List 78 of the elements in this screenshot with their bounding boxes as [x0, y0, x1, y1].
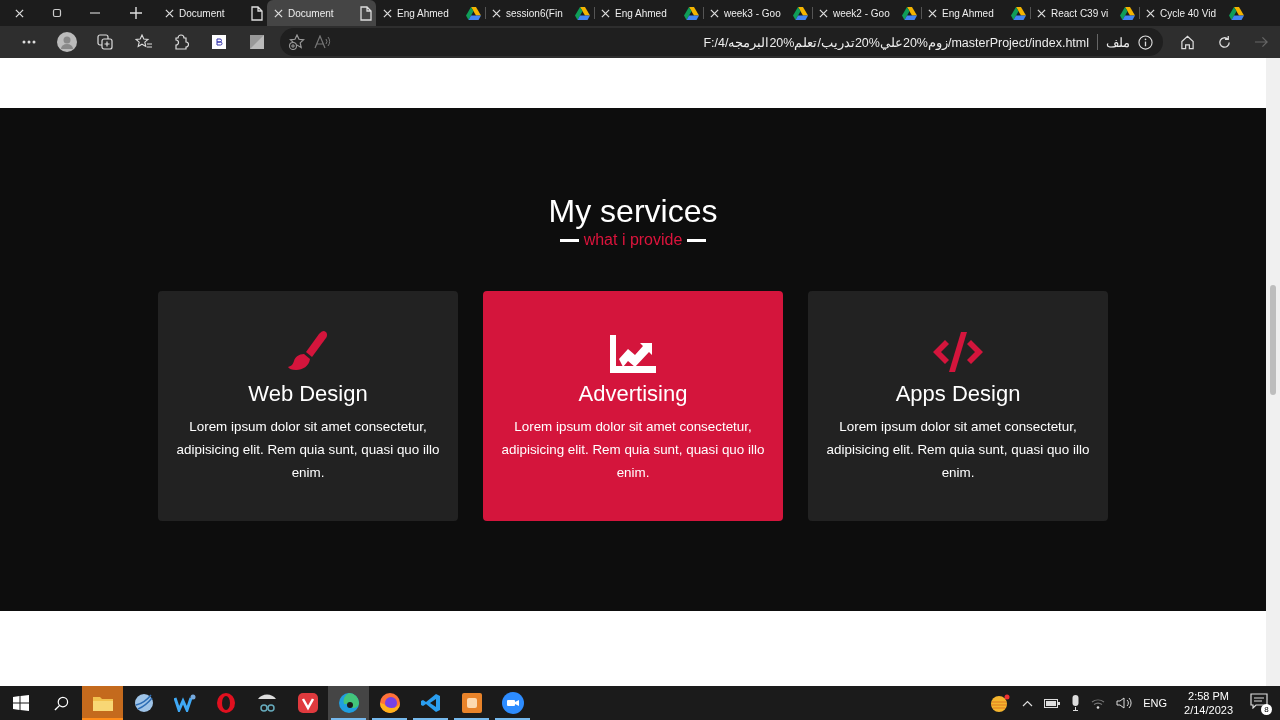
microphone-icon[interactable] — [1071, 695, 1081, 711]
new-tab-icon[interactable] — [130, 7, 142, 19]
close-icon[interactable] — [492, 8, 501, 18]
line-chart-icon — [610, 335, 656, 373]
collections-icon[interactable] — [97, 34, 113, 50]
browser-tab[interactable]: React C39 vi — [1030, 0, 1139, 26]
section-heading: My services — [548, 192, 718, 230]
browser-tab[interactable]: Document — [158, 0, 267, 26]
close-icon[interactable] — [1037, 8, 1046, 18]
add-favorite-icon[interactable] — [288, 34, 306, 50]
wifi-icon[interactable] — [1091, 697, 1106, 709]
close-icon[interactable] — [165, 8, 174, 18]
clock[interactable]: 2:58 PM 2/14/2023 — [1184, 689, 1233, 717]
drive-icon — [1011, 6, 1026, 20]
site-info-label[interactable]: ملف — [1106, 34, 1130, 50]
close-icon[interactable] — [710, 8, 719, 18]
close-icon[interactable] — [274, 8, 283, 18]
more-icon[interactable] — [22, 40, 36, 44]
browser-tab[interactable]: Eng Ahmed — [376, 0, 485, 26]
opera-logo-icon — [215, 693, 236, 713]
globe-icon — [133, 693, 154, 713]
chevron-up-icon[interactable] — [1022, 699, 1034, 707]
card-title: Advertising — [578, 381, 688, 407]
battery-icon[interactable] — [1044, 698, 1061, 708]
extension-b-icon[interactable] — [212, 35, 226, 49]
extension-icon[interactable] — [173, 34, 189, 50]
refresh-icon[interactable] — [1217, 34, 1232, 50]
drive-icon — [793, 6, 808, 20]
firefox-logo-icon — [378, 692, 401, 714]
vivaldi-logo-icon — [297, 693, 318, 713]
drive-icon — [684, 6, 699, 20]
code-editor-icon — [420, 693, 441, 713]
document-icon — [360, 5, 372, 21]
browser-tab[interactable]: session6(Fin — [485, 0, 594, 26]
close-icon[interactable] — [1146, 8, 1155, 18]
drive-icon — [902, 6, 917, 20]
profile-avatar-icon[interactable] — [57, 32, 77, 52]
wave-logo-icon — [173, 694, 196, 712]
favorites-icon[interactable] — [134, 34, 152, 50]
close-icon[interactable] — [14, 8, 24, 18]
close-icon[interactable] — [383, 8, 392, 18]
read-aloud-icon[interactable] — [314, 35, 332, 49]
info-icon[interactable] — [1138, 34, 1153, 50]
browser-tab[interactable]: week3 - Goo — [703, 0, 812, 26]
windows-start-icon[interactable] — [12, 695, 29, 711]
document-icon — [251, 5, 263, 21]
close-icon[interactable] — [928, 8, 937, 18]
browser-tab[interactable]: Document — [267, 0, 376, 26]
section-subtitle: what i provide — [583, 231, 683, 249]
browser-tab[interactable]: Eng Ahmed — [921, 0, 1030, 26]
close-icon[interactable] — [601, 8, 610, 18]
edge-logo-icon — [337, 692, 360, 714]
scrollbar[interactable] — [1266, 58, 1280, 686]
drive-icon — [575, 6, 590, 20]
drive-icon — [466, 6, 481, 20]
card-text: Lorem ipsum dolor sit amet consectetur, adipisicing elit. Rem quia sunt, quasi quo illo enim. — [176, 418, 440, 482]
folder-icon — [92, 695, 113, 711]
restore-icon[interactable] — [52, 8, 62, 18]
browser-tab[interactable]: Eng Ahmed — [594, 0, 703, 26]
card-text: Lorem ipsum dolor sit amet consectetur, adipisicing elit. Rem quia sunt, quasi quo illo enim. — [826, 418, 1090, 482]
speaker-icon[interactable] — [1116, 697, 1133, 709]
url-text[interactable]: F:/4/زوم%20علي%20تدريب/تعلم%20البرمجه/masterProject/index.html — [340, 34, 1089, 50]
drive-icon — [1120, 6, 1135, 20]
home-icon[interactable] — [1180, 34, 1195, 50]
zoom-logo-icon — [501, 692, 524, 714]
card-title: Apps Design — [895, 381, 1021, 407]
code-icon — [931, 331, 985, 373]
browser-tab[interactable]: Cycle 40 Vid — [1139, 0, 1248, 26]
weather-sun-icon[interactable] — [989, 694, 1012, 712]
app-square-icon — [461, 693, 482, 713]
card-title: Web Design — [248, 381, 368, 407]
close-icon[interactable] — [819, 8, 828, 18]
paintbrush-icon — [286, 329, 330, 373]
card-text: Lorem ipsum dolor sit amet consectetur, adipisicing elit. Rem quia sunt, quasi quo illo enim. — [501, 418, 765, 482]
drive-icon — [1229, 6, 1244, 20]
search-icon[interactable] — [54, 695, 69, 711]
browser-tab[interactable]: week2 - Goo — [812, 0, 921, 26]
language-indicator[interactable]: ENG — [1143, 697, 1168, 709]
